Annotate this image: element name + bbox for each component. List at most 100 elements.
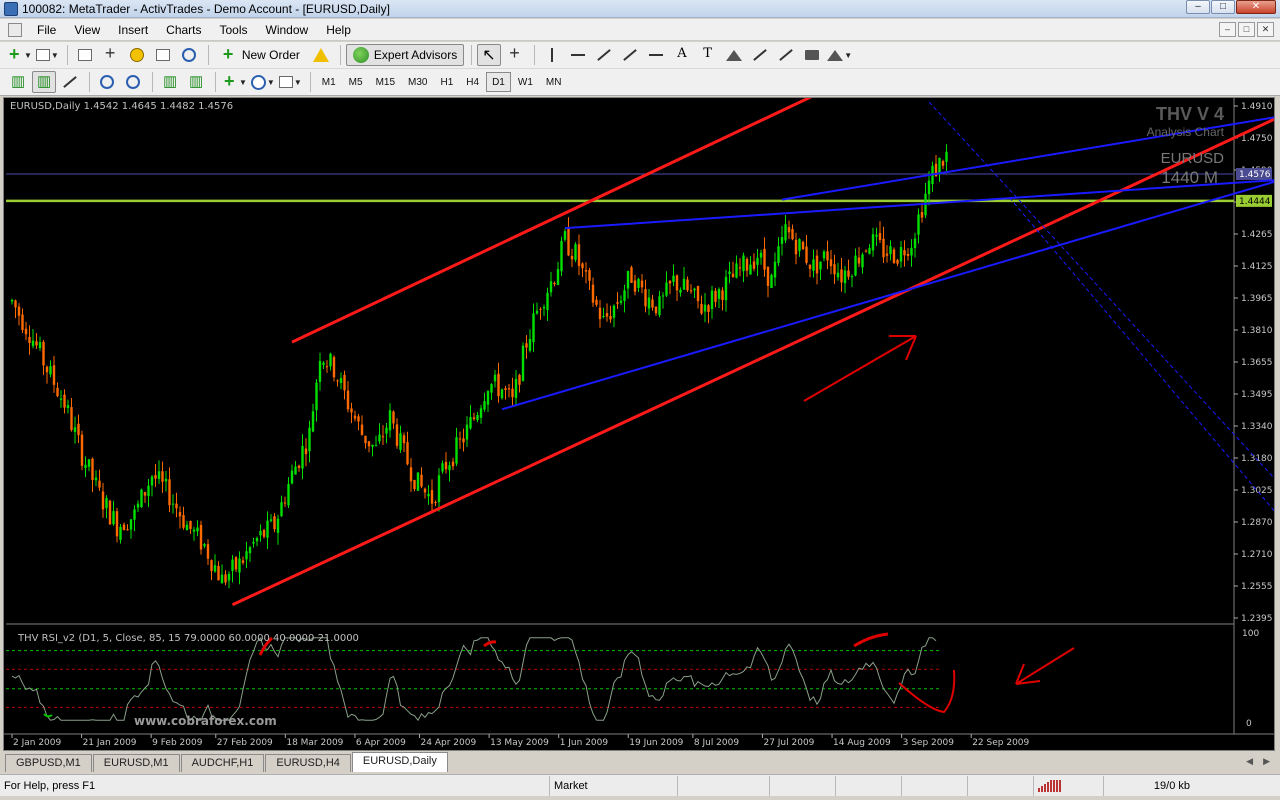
price-chart[interactable]: 1.49101.47501.45901.44281.42651.41251.39… [4,98,1274,750]
menu-window[interactable]: Window [257,19,318,41]
date-tick-label: 19 Jun 2009 [629,738,683,748]
timeframe-w1[interactable]: W1 [512,72,539,92]
text-tool[interactable] [670,44,694,66]
metaeditor-button[interactable] [309,44,333,66]
candle-body [332,357,336,378]
arrow-tool[interactable] [722,44,746,66]
tab-eurusd-m1[interactable]: EURUSD,M1 [92,754,180,772]
crosshair-tool[interactable] [503,43,527,66]
timeframe-m15[interactable]: M15 [370,72,401,92]
vertical-line-tool[interactable] [540,44,564,66]
market-watch-button[interactable] [73,44,97,66]
maximize-button[interactable]: □ [1211,0,1235,14]
text-icon [674,46,690,63]
chevron-down-icon: ▼ [50,50,59,60]
rectangle-tool[interactable] [800,44,824,66]
timeframe-mn[interactable]: MN [540,72,568,92]
candle-body [910,247,913,256]
candlestick-button[interactable] [32,71,56,93]
periods-button[interactable]: ▼ [250,71,276,93]
candle-body [787,227,791,233]
candle-body [875,234,878,237]
price-tick-label: 1.3810 [1241,326,1273,336]
candle-body [822,251,826,259]
menu-charts[interactable]: Charts [157,19,210,41]
navigator-button[interactable] [99,43,123,66]
date-tick-label: 14 Aug 2009 [833,738,891,748]
timeframe-m30[interactable]: M30 [402,72,433,92]
timeframe-d1[interactable]: D1 [486,72,511,92]
candle-body [21,314,24,331]
folder-button[interactable] [125,44,149,66]
annotation-curve [898,669,956,714]
auto-scroll-button[interactable] [158,71,182,93]
zoom-out-button[interactable] [121,71,145,93]
candle-body [546,292,549,311]
tab-audchf-h1[interactable]: AUDCHF,H1 [180,754,265,772]
chart-shift-button[interactable] [184,71,208,93]
terminal-button[interactable] [151,44,175,66]
menu-help[interactable]: Help [317,19,360,41]
close-button[interactable]: ✕ [1236,0,1276,14]
more-tools-button[interactable]: ▼ [826,44,853,66]
profiles-button[interactable]: ▼ [35,44,60,66]
date-tick-label: 13 May 2009 [490,738,549,748]
minimize-button[interactable]: – [1186,0,1210,14]
chart-window[interactable]: 1.49101.47501.45901.44281.42651.41251.39… [3,97,1275,751]
channel-tool[interactable] [618,44,642,66]
timeframe-m5[interactable]: M5 [343,72,369,92]
candle-body [231,559,234,571]
gann-tool[interactable] [748,44,772,66]
menu-file[interactable]: File [28,19,65,41]
candle-body [756,257,759,265]
timeframe-h4[interactable]: H4 [460,72,485,92]
chart-minimize-button[interactable]: – [1219,22,1236,37]
candle-body [927,180,931,195]
candle-body [528,339,532,351]
scroll-left-icon[interactable]: ◀ [1246,756,1253,767]
cursor-tool[interactable] [477,44,502,66]
tab-gbpusd-m1[interactable]: GBPUSD,M1 [5,754,92,772]
candle-body [119,526,122,540]
scroll-right-icon[interactable]: ▶ [1263,756,1270,767]
fan-tool[interactable] [774,44,798,66]
candle-body [210,560,213,572]
chart-restore-button[interactable]: □ [1238,22,1255,37]
menu-insert[interactable]: Insert [109,19,157,41]
overlay-title: THV V 4 [1155,104,1224,124]
zoom-in-button[interactable] [95,71,119,93]
line-chart-button[interactable] [58,71,82,93]
document-icon[interactable] [8,22,22,37]
label-tool[interactable] [696,44,720,66]
menu-tools[interactable]: Tools [211,19,257,41]
trendline-tool[interactable] [592,44,616,66]
horizontal-line-tool[interactable] [566,44,590,66]
tab-eurusd-daily[interactable]: EURUSD,Daily [351,752,448,772]
timeframe-h1[interactable]: H1 [434,72,459,92]
expert-advisors-button[interactable]: Expert Advisors [345,44,465,66]
candle-body [703,304,707,312]
indicators-button[interactable]: ▼ [221,71,248,93]
menu-view[interactable]: View [65,19,109,41]
templates-button[interactable]: ▼ [278,71,303,93]
candle-body [864,250,868,252]
new-order-button[interactable]: New Order [214,44,307,66]
candle-body [357,416,360,422]
connection-signal-icon [1038,779,1061,792]
candle-body [640,280,644,288]
candle-body [710,290,714,309]
tester-button[interactable] [177,44,201,66]
new-order-icon [221,44,237,65]
new-chart-button[interactable]: ▼ [6,44,33,66]
tab-eurusd-h4[interactable]: EURUSD,H4 [265,754,351,772]
timeframe-m1[interactable]: M1 [316,72,342,92]
candle-body [868,247,871,254]
candle-body [448,465,451,471]
candle-body [717,289,721,299]
bar-chart-button[interactable] [6,71,30,93]
candle-body [301,445,304,469]
chart-close-button[interactable]: ✕ [1257,22,1274,37]
candle-body [322,362,325,366]
candle-body [483,401,486,410]
fibonacci-tool[interactable] [644,44,668,66]
